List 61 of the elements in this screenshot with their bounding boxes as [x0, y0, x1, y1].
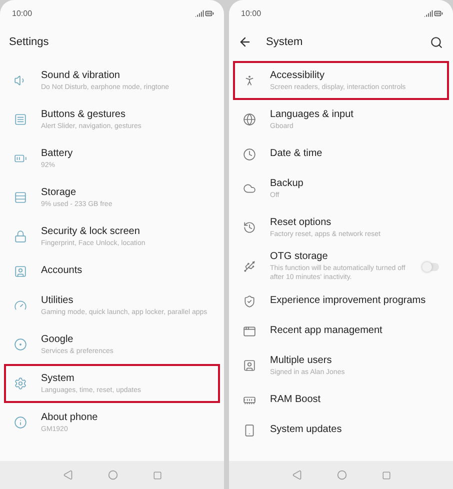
item-title: Accessibility — [270, 70, 326, 82]
settings-icon — [14, 377, 27, 390]
item-title: Date & time — [270, 148, 324, 160]
battery-status-icon — [434, 8, 443, 18]
info-icon — [14, 416, 27, 429]
settings-item[interactable]: Recent app management — [233, 316, 449, 346]
clock-icon — [243, 148, 256, 160]
settings-item[interactable]: RAM Boost — [233, 385, 449, 415]
storage-icon — [14, 191, 27, 204]
back-nav-icon[interactable] — [62, 470, 72, 480]
signal-icon — [424, 8, 433, 18]
item-title: Storage — [41, 186, 78, 198]
item-title: Security & lock screen — [41, 226, 141, 238]
gauge-icon — [14, 299, 27, 312]
item-title: Sound & vibration — [41, 70, 121, 82]
battery-status-icon — [205, 8, 214, 18]
signal-icon — [195, 8, 204, 18]
person-icon — [243, 74, 256, 87]
app-window-icon — [243, 324, 256, 338]
toggle-switch[interactable] — [423, 262, 439, 270]
item-title: System updates — [270, 424, 343, 436]
screen-title: Settings — [9, 36, 50, 48]
settings-item[interactable]: Experience improvement programs — [233, 286, 449, 316]
back-icon[interactable] — [238, 35, 252, 49]
user-icon — [243, 359, 256, 372]
item-title: Languages & input — [270, 108, 354, 120]
back-nav-icon[interactable] — [292, 470, 302, 480]
settings-item[interactable]: Date & time — [233, 139, 449, 169]
account-icon — [14, 264, 27, 278]
shield-icon — [243, 294, 256, 308]
history-icon — [243, 221, 256, 234]
lock-icon — [14, 230, 27, 243]
item-title: Multiple users — [270, 354, 333, 366]
cloud-icon — [243, 182, 256, 195]
recents-icon[interactable] — [382, 470, 390, 480]
settings-item[interactable]: System updates — [233, 415, 449, 445]
item-title: Battery — [41, 148, 74, 160]
globe-icon — [243, 113, 256, 126]
item-title: System — [41, 372, 76, 384]
item-title: Backup — [270, 178, 304, 190]
usb-icon — [243, 260, 256, 273]
item-title: Buttons & gestures — [41, 108, 126, 120]
item-title: Accounts — [41, 265, 84, 277]
item-title: Reset options — [270, 216, 332, 228]
item-title: About phone — [41, 412, 99, 424]
screen-title: System — [266, 36, 304, 48]
recents-icon[interactable] — [152, 470, 162, 480]
search-icon[interactable] — [430, 36, 443, 48]
item-title: Recent app management — [270, 325, 384, 337]
item-title: Experience improvement programs — [270, 295, 427, 307]
item-title: OTG storage — [270, 251, 329, 263]
item-title: Utilities — [41, 294, 74, 306]
item-title: Google — [41, 334, 74, 346]
home-icon[interactable] — [108, 470, 118, 480]
phone-update-icon — [243, 424, 256, 436]
settings-item[interactable]: Accounts — [4, 256, 220, 286]
status-time: 10:00 — [12, 8, 32, 18]
status-time: 10:00 — [241, 8, 262, 18]
home-icon[interactable] — [336, 470, 346, 480]
battery-icon — [14, 152, 27, 165]
item-title: RAM Boost — [270, 394, 322, 406]
